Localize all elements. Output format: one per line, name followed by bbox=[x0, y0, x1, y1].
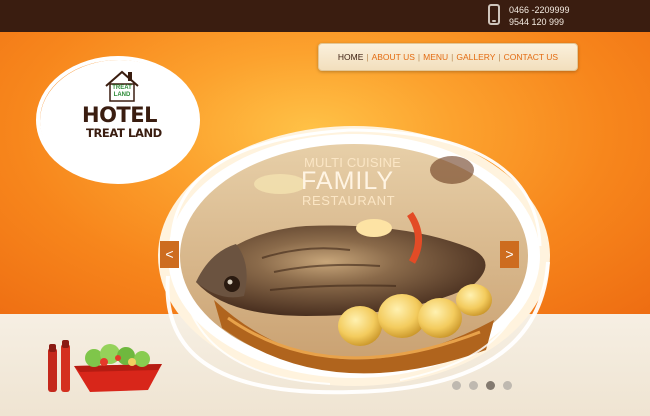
nav-home[interactable]: HOME bbox=[335, 52, 367, 62]
main-nav: HOME | ABOUT US | MENU | GALLERY | CONTA… bbox=[318, 43, 578, 71]
nav-menu[interactable]: MENU bbox=[420, 52, 451, 62]
potato-3 bbox=[418, 298, 462, 338]
slider-pagination bbox=[452, 381, 512, 390]
logo-badge-line-2: LAND bbox=[113, 92, 131, 98]
slider-dot-4[interactable] bbox=[503, 381, 512, 390]
potato-4 bbox=[456, 284, 492, 316]
nav-contact-us[interactable]: CONTACT US bbox=[501, 52, 561, 62]
slider-dot-1[interactable] bbox=[452, 381, 461, 390]
nav-gallery[interactable]: GALLERY bbox=[453, 52, 498, 62]
logo-badge-line-1: TREAT bbox=[112, 85, 132, 91]
nav-about-us[interactable]: ABOUT US bbox=[369, 52, 418, 62]
slider-dot-2[interactable] bbox=[469, 381, 478, 390]
logo-name: TREAT LAND bbox=[86, 126, 162, 140]
salad-bowl-image bbox=[48, 340, 162, 392]
logo-badge-text: TREAT LAND bbox=[107, 85, 137, 99]
tagline-bottom: RESTAURANT bbox=[302, 193, 396, 208]
slider-prev-button[interactable]: < bbox=[160, 241, 179, 268]
potato-1 bbox=[338, 306, 382, 346]
logo-title: HOTEL bbox=[82, 103, 157, 127]
fish-eye bbox=[224, 276, 240, 292]
slider-dot-3[interactable] bbox=[486, 381, 495, 390]
slider-next-button[interactable]: > bbox=[500, 241, 519, 268]
tagline-main: FAMILY bbox=[301, 167, 395, 195]
